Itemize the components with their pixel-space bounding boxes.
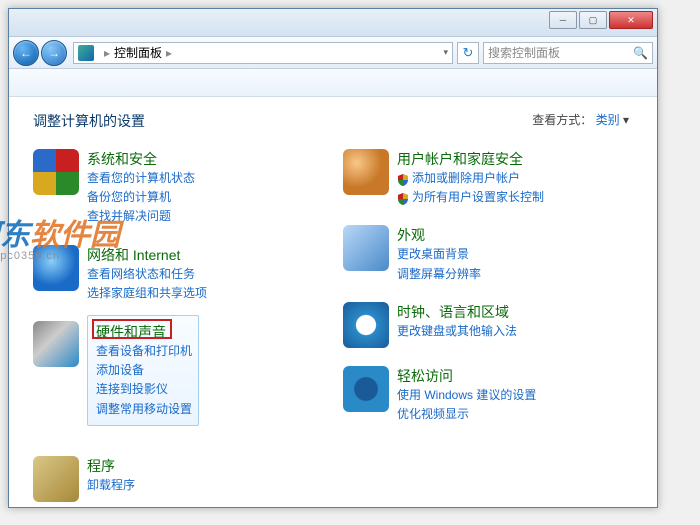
- highlight-box: [92, 319, 172, 339]
- refresh-button[interactable]: ↻: [457, 42, 479, 64]
- search-input[interactable]: 搜索控制面板 🔍: [483, 42, 653, 64]
- category-i-ease: 轻松访问使用 Windows 建议的设置优化视频显示: [343, 366, 633, 424]
- selected-category-box: 硬件和声音查看设备和打印机添加设备连接到投影仪调整常用移动设置: [87, 315, 199, 426]
- category-link[interactable]: 更改键盘或其他输入法: [397, 322, 517, 341]
- category-title[interactable]: 外观: [397, 225, 481, 245]
- i-ease-icon: [343, 366, 389, 412]
- i-user-icon: [343, 149, 389, 195]
- minimize-button[interactable]: ─: [549, 11, 577, 29]
- category-i-sec: 系统和安全查看您的计算机状态备份您的计算机查找并解决问题: [33, 149, 323, 227]
- control-panel-window: ─ ▢ ✕ ← → ▸ 控制面板 ▸ ▾ ↻ 搜索控制面板 🔍 调整计算机的设置…: [8, 8, 658, 508]
- category-link[interactable]: 调整屏幕分辨率: [397, 265, 481, 284]
- category-title[interactable]: 时钟、语言和区域: [397, 302, 517, 322]
- i-prog-icon: [33, 456, 79, 502]
- shield-icon: [397, 173, 409, 185]
- category-link[interactable]: 查看网络状态和任务: [87, 265, 195, 284]
- address-bar[interactable]: ▸ 控制面板 ▸ ▾: [73, 42, 453, 64]
- search-placeholder: 搜索控制面板: [488, 44, 560, 61]
- category-link[interactable]: 添加或删除用户帐户: [412, 169, 520, 188]
- view-mode: 查看方式： 类别 ▾: [532, 111, 629, 128]
- navigation-bar: ← → ▸ 控制面板 ▸ ▾ ↻ 搜索控制面板 🔍: [9, 37, 657, 69]
- category-i-hw: 硬件和声音查看设备和打印机添加设备连接到投影仪调整常用移动设置: [33, 321, 323, 438]
- category-link[interactable]: 卸载程序: [87, 476, 135, 495]
- toolbar: [9, 69, 657, 97]
- breadcrumb-separator: ▸: [104, 46, 110, 60]
- category-i-user: 用户帐户和家庭安全添加或删除用户帐户为所有用户设置家长控制: [343, 149, 633, 207]
- category-column-right: 用户帐户和家庭安全添加或删除用户帐户为所有用户设置家长控制外观更改桌面背景调整屏…: [343, 149, 633, 507]
- category-link[interactable]: 调整常用移动设置: [96, 400, 192, 419]
- breadcrumb-location[interactable]: 控制面板: [114, 44, 162, 61]
- shield-icon: [397, 192, 409, 204]
- i-hw-icon: [33, 321, 79, 367]
- i-app-icon: [343, 225, 389, 271]
- close-button[interactable]: ✕: [609, 11, 653, 29]
- chevron-down-icon[interactable]: ▾: [623, 113, 629, 127]
- content-area: 调整计算机的设置 查看方式： 类别 ▾ 系统和安全查看您的计算机状态备份您的计算…: [9, 97, 657, 507]
- category-title[interactable]: 网络和 Internet: [87, 245, 207, 265]
- category-link[interactable]: 查看您的计算机状态: [87, 169, 195, 188]
- i-sec-icon: [33, 149, 79, 195]
- category-i-app: 外观更改桌面背景调整屏幕分辨率: [343, 225, 633, 283]
- forward-button[interactable]: →: [41, 40, 67, 66]
- address-dropdown-icon[interactable]: ▾: [443, 47, 448, 58]
- breadcrumb-separator[interactable]: ▸: [166, 46, 172, 60]
- maximize-button[interactable]: ▢: [579, 11, 607, 29]
- category-link[interactable]: 使用 Windows 建议的设置: [397, 386, 536, 405]
- category-link[interactable]: 备份您的计算机: [87, 188, 171, 207]
- search-icon: 🔍: [633, 46, 648, 60]
- category-link[interactable]: 连接到投影仪: [96, 380, 168, 399]
- category-link[interactable]: 选择家庭组和共享选项: [87, 284, 207, 303]
- category-link[interactable]: 优化视频显示: [397, 405, 469, 424]
- view-mode-label: 查看方式：: [532, 113, 592, 127]
- category-link[interactable]: 添加设备: [96, 361, 144, 380]
- i-clock-icon: [343, 302, 389, 348]
- category-title[interactable]: 轻松访问: [397, 366, 536, 386]
- category-link[interactable]: 为所有用户设置家长控制: [412, 188, 544, 207]
- category-link[interactable]: 查找并解决问题: [87, 207, 171, 226]
- category-link[interactable]: 更改桌面背景: [397, 245, 469, 264]
- back-button[interactable]: ←: [13, 40, 39, 66]
- category-i-prog: 程序卸载程序: [33, 456, 323, 502]
- category-title[interactable]: 程序: [87, 456, 135, 476]
- category-title[interactable]: 硬件和声音: [96, 322, 192, 342]
- category-i-clock: 时钟、语言和区域更改键盘或其他输入法: [343, 302, 633, 348]
- category-title[interactable]: 用户帐户和家庭安全: [397, 149, 544, 169]
- category-i-net: 网络和 Internet查看网络状态和任务选择家庭组和共享选项: [33, 245, 323, 303]
- control-panel-icon: [78, 45, 94, 61]
- category-title[interactable]: 系统和安全: [87, 149, 195, 169]
- category-column-left: 系统和安全查看您的计算机状态备份您的计算机查找并解决问题网络和 Internet…: [33, 149, 323, 507]
- category-link[interactable]: 查看设备和打印机: [96, 342, 192, 361]
- i-net-icon: [33, 245, 79, 291]
- view-mode-value[interactable]: 类别: [596, 113, 620, 127]
- titlebar: ─ ▢ ✕: [9, 9, 657, 37]
